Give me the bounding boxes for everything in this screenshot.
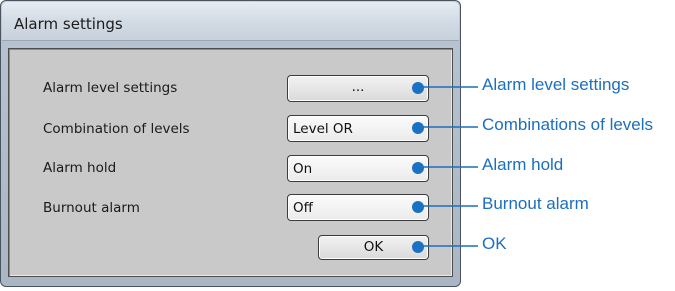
callout-alarm-hold: Alarm hold — [482, 155, 564, 174]
callout-burnout-alarm: Burnout alarm — [482, 194, 589, 213]
callout-combinations-of-levels: Combinations of levels — [482, 115, 654, 134]
callout-leaders — [423, 86, 478, 247]
callout-alarm-level-settings: Alarm level settings — [482, 75, 630, 94]
callout-ok: OK — [482, 234, 507, 253]
